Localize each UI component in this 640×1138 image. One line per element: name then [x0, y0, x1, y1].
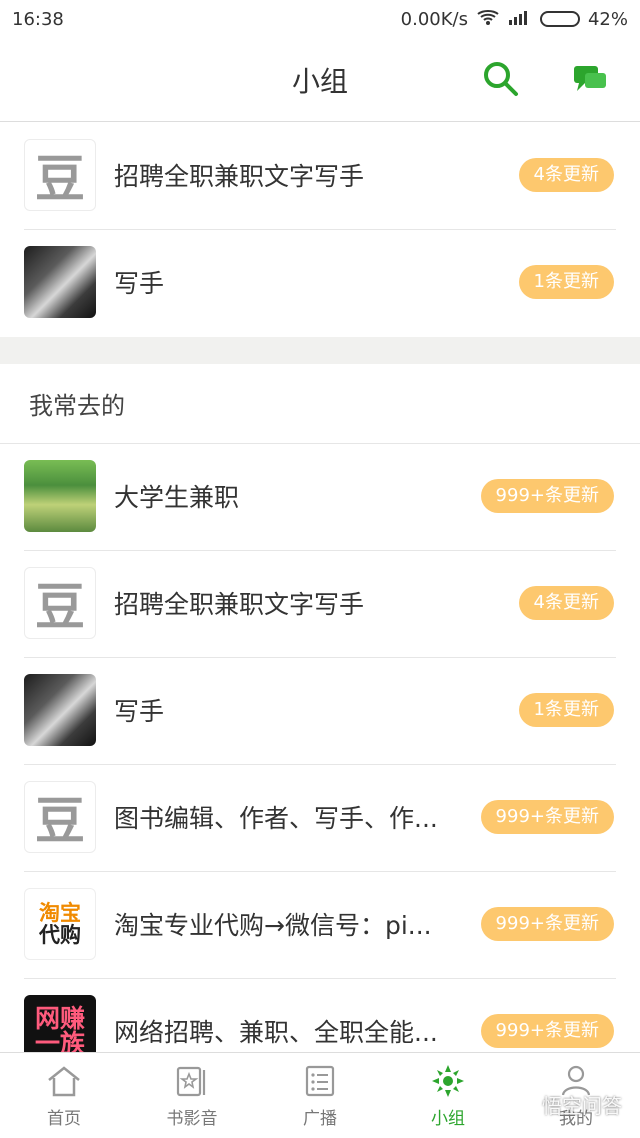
group-title: 招聘全职兼职文字写手: [114, 590, 365, 619]
top-bar: 小组: [0, 38, 640, 122]
battery-icon: [539, 11, 580, 27]
battery-percentage: 42%: [587, 8, 628, 30]
taobao-logo-avatar: 淘宝 代购: [24, 888, 96, 960]
group-title: 淘宝专业代购→微信号：pi...: [114, 911, 432, 940]
douban-logo-avatar: 豆: [24, 781, 96, 853]
status-bar: 16:38 0.00K/s 42%: [0, 0, 640, 38]
wangzhuan-logo-avatar: 网赚 一族: [24, 995, 96, 1053]
wangzhuan-logo-text-top: 网赚: [34, 1004, 85, 1033]
group-row[interactable]: 淘宝 代购 淘宝专业代购→微信号：pi... 999+条更新: [0, 872, 640, 979]
book-icon: [173, 1062, 211, 1100]
green-photo-avatar: [24, 460, 96, 532]
profile-icon: [557, 1062, 595, 1100]
group-row[interactable]: 网赚 一族 网络招聘、兼职、全职全能... 999+条更新: [0, 979, 640, 1053]
update-badge: 4条更新: [518, 586, 614, 620]
status-right: 0.00K/s 42%: [401, 8, 628, 31]
nav-item-books[interactable]: 书影音: [128, 1053, 256, 1138]
update-badge: 999+条更新: [480, 1014, 614, 1048]
douban-logo-avatar: 豆: [24, 567, 96, 639]
group-row[interactable]: 豆 招聘全职兼职文字写手 4条更新: [0, 123, 640, 230]
nav-label-profile: 我的: [559, 1109, 593, 1129]
group-title: 网络招聘、兼职、全职全能...: [114, 1018, 438, 1047]
page-title: 小组: [291, 65, 348, 98]
group-title: 大学生兼职: [114, 483, 240, 512]
home-icon: [45, 1062, 83, 1100]
taobao-logo-text-top: 淘宝: [39, 900, 81, 925]
group-row[interactable]: 大学生兼职 999+条更新: [0, 444, 640, 551]
group-title: 图书编辑、作者、写手、作...: [114, 804, 438, 833]
group-title: 招聘全职兼职文字写手: [114, 162, 365, 191]
network-speed: 0.00K/s: [400, 8, 468, 30]
group-row[interactable]: 豆 图书编辑、作者、写手、作... 999+条更新: [0, 765, 640, 872]
taobao-logo-text-bottom: 代购: [39, 923, 81, 947]
group-row[interactable]: 豆 招聘全职兼职文字写手 4条更新: [0, 551, 640, 658]
group-title: 写手: [114, 269, 165, 298]
nav-item-profile[interactable]: 我的: [512, 1053, 640, 1138]
nav-label-groups: 小组: [431, 1109, 465, 1129]
section-divider: [0, 337, 640, 364]
update-badge: 4条更新: [518, 158, 614, 192]
dark-photo-avatar: [24, 246, 96, 318]
update-badge: 999+条更新: [480, 479, 614, 513]
update-badge: 1条更新: [518, 693, 614, 727]
signal-icon: [508, 8, 532, 31]
section-title: 我常去的: [0, 364, 640, 444]
nav-item-broadcast[interactable]: 广播: [256, 1053, 384, 1138]
group-icon: [429, 1062, 467, 1100]
wifi-icon: [476, 8, 500, 31]
dark-photo-avatar: [24, 674, 96, 746]
update-badge: 999+条更新: [480, 907, 614, 941]
update-badge: 1条更新: [518, 265, 614, 299]
nav-label-books: 书影音: [166, 1109, 218, 1129]
group-row[interactable]: 写手 1条更新: [0, 230, 640, 337]
douban-logo-avatar: 豆: [24, 139, 96, 211]
nav-label-home: 首页: [47, 1109, 81, 1129]
wangzhuan-logo-text-bottom: 一族: [34, 1029, 85, 1053]
update-badge: 999+条更新: [480, 800, 614, 834]
nav-label-broadcast: 广播: [303, 1109, 337, 1129]
nav-item-home[interactable]: 首页: [0, 1053, 128, 1138]
bottom-navigation: 首页 书影音 广播 小组 我的: [0, 1052, 640, 1138]
message-icon[interactable]: [568, 56, 612, 100]
group-content: 豆 招聘全职兼职文字写手 4条更新 写手 1条更新 我常去的 大学生兼职 999…: [0, 123, 640, 1053]
nav-item-groups[interactable]: 小组: [384, 1053, 512, 1138]
status-time: 16:38: [12, 8, 64, 30]
search-icon[interactable]: [478, 56, 522, 100]
broadcast-icon: [301, 1062, 339, 1100]
group-title: 写手: [114, 697, 165, 726]
group-row[interactable]: 写手 1条更新: [0, 658, 640, 765]
